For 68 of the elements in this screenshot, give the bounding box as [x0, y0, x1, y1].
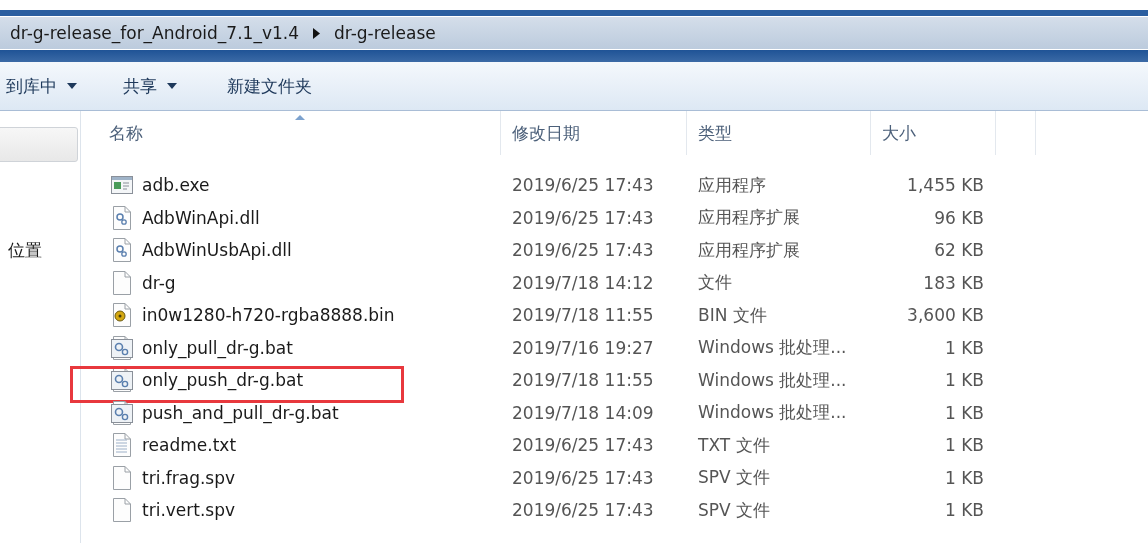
file-type: Windows 批处理... [698, 336, 847, 360]
address-bar[interactable]: dr-g-release_for_Android_7.1_v1.4 dr-g-release [0, 16, 1148, 49]
date-modified: 2019/6/25 17:43 [512, 240, 654, 261]
file-size: 183 KB [923, 272, 984, 293]
file-name[interactable]: AdbWinUsbApi.dll [142, 240, 292, 261]
file-size: 1 KB [944, 467, 984, 488]
file-size: 1 KB [944, 435, 984, 456]
breadcrumb[interactable]: dr-g-release [334, 23, 436, 43]
file-type: SPV 文件 [698, 498, 771, 522]
file-name[interactable]: adb.exe [142, 175, 210, 196]
date-modified: 2019/7/18 11:55 [512, 305, 654, 326]
file-type: SPV 文件 [698, 466, 771, 490]
date-modified: 2019/6/25 17:43 [512, 435, 654, 456]
blank-document-icon [111, 270, 133, 295]
caret-icon [167, 83, 177, 89]
file-name[interactable]: only_push_dr-g.bat [142, 370, 304, 391]
breadcrumb-arrow-icon[interactable] [313, 27, 320, 39]
column-header[interactable]: 修改日期 [501, 111, 687, 155]
toolbar-button[interactable]: 共享 [123, 70, 177, 102]
column-header[interactable]: 名称 [81, 111, 501, 155]
toolbar-button[interactable]: 到库中 [6, 70, 77, 102]
breadcrumb[interactable]: dr-g-release_for_Android_7.1_v1.4 [10, 23, 299, 43]
date-modified: 2019/7/16 19:27 [512, 337, 654, 358]
date-modified: 2019/7/18 14:12 [512, 272, 654, 293]
nav-item[interactable]: 位置 [8, 239, 42, 262]
column-header[interactable]: 类型 [687, 111, 871, 155]
caret-icon [67, 83, 77, 89]
file-size: 1 KB [944, 337, 984, 358]
file-type: 应用程序 [698, 173, 766, 197]
file-type: BIN 文件 [698, 303, 767, 327]
blank-document-icon [111, 498, 133, 523]
file-name[interactable]: readme.txt [142, 435, 237, 456]
file-type: Windows 批处理... [698, 368, 847, 392]
file-name[interactable]: AdbWinApi.dll [142, 207, 260, 228]
date-modified: 2019/6/25 17:43 [512, 175, 654, 196]
file-name[interactable]: in0w1280-h720-rgba8888.bin [142, 305, 395, 326]
file-size: 1 KB [944, 370, 984, 391]
file-size: 1 KB [944, 402, 984, 423]
date-modified: 2019/6/25 17:43 [512, 500, 654, 521]
date-modified: 2019/7/18 11:55 [512, 370, 654, 391]
file-size: 96 KB [934, 207, 984, 228]
file-size: 1,455 KB [907, 175, 984, 196]
toolbar-button[interactable]: 新建文件夹 [227, 70, 312, 102]
file-name[interactable]: only_pull_dr-g.bat [142, 337, 293, 358]
file-name[interactable]: tri.vert.spv [142, 500, 236, 521]
file-type: TXT 文件 [698, 433, 770, 457]
file-size: 1 KB [944, 500, 984, 521]
date-modified: 2019/6/25 17:43 [512, 467, 654, 488]
blank-document-icon [111, 465, 133, 490]
gears-window-icon [111, 400, 133, 425]
file-type: 文件 [698, 271, 732, 295]
text-document-icon [111, 433, 133, 458]
gear-document-icon [111, 238, 133, 263]
gears-window-icon [111, 335, 133, 360]
gears-window-icon [111, 368, 133, 393]
file-type: Windows 批处理... [698, 401, 847, 425]
file-size: 3,600 KB [907, 305, 984, 326]
file-name[interactable]: push_and_pull_dr-g.bat [142, 402, 339, 423]
date-modified: 2019/7/18 14:09 [512, 402, 654, 423]
file-type: 应用程序扩展 [698, 206, 800, 230]
date-modified: 2019/6/25 17:43 [512, 207, 654, 228]
file-name[interactable]: tri.frag.spv [142, 467, 236, 488]
file-size: 62 KB [934, 240, 984, 261]
disc-document-icon [111, 303, 133, 328]
file-type: 应用程序扩展 [698, 238, 800, 262]
column-header[interactable]: 大小 [871, 111, 996, 155]
file-name[interactable]: dr-g [142, 272, 176, 293]
gear-document-icon [111, 205, 133, 230]
